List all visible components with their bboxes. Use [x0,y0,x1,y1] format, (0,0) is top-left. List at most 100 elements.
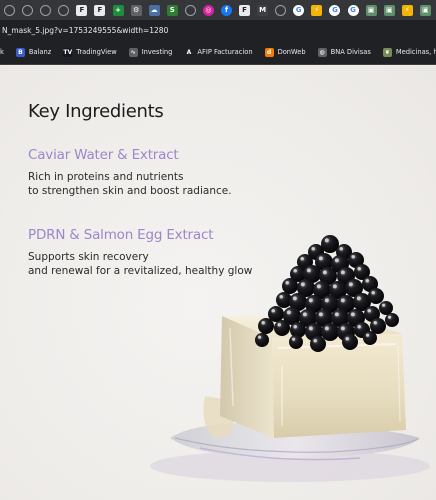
globe-icon [22,4,34,16]
caviar-highlight [388,315,392,319]
caviar-highlight [365,279,369,283]
browser-tab[interactable]: ⚡ [400,2,415,18]
bookmark-item[interactable]: ◍ BNA Divisas [317,47,371,57]
caviar-highlight [339,247,343,251]
afip-icon: A [184,47,194,57]
caviar-highlight [322,270,327,275]
browser-tab[interactable]: F [237,2,252,18]
browser-tab[interactable]: ▣ [364,2,379,18]
ingredient-description: Rich in proteins and nutrients to streng… [28,170,232,198]
caviar-highlight [340,298,345,303]
caviar-pearl [342,334,358,350]
caviar-highlight [313,339,317,343]
caviar-highlight [373,321,377,325]
caviar-highlight [316,284,321,289]
caviar-highlight [382,303,386,307]
browser-tab[interactable]: S [165,2,180,18]
document-icon: F [239,4,251,16]
caviar-pearl [310,336,326,352]
bookmark-item[interactable]: ❦Medicinas, hierbas y... [382,47,436,57]
bookmark-label: AFIP Facturacion [197,48,253,56]
ingredient-description-line: and renewal for a revitalized, healthy g… [28,265,253,277]
caviar-highlight [348,282,353,287]
caviar-highlight [350,312,355,317]
globe-icon [58,4,70,16]
browser-tab[interactable]: ▣ [418,2,433,18]
google-icon: G [347,4,359,16]
caviar-highlight [324,298,329,303]
shield-icon: S [166,4,178,16]
browser-tab[interactable] [273,2,288,18]
browser-tab[interactable]: f [219,2,234,18]
caviar-highlight [340,270,345,275]
browser-tab[interactable]: + [110,2,125,18]
caviar-highlight [258,335,262,339]
bookmark-label: k [0,48,4,56]
bookmark-item[interactable]: d DonWeb [264,47,306,57]
caviar-highlight [286,310,291,315]
bookmark-item[interactable]: ∿ Investing [128,47,172,57]
caviar-pearl [363,331,377,345]
document-icon: F [94,4,106,16]
image-icon: ▣ [419,4,431,16]
browser-tab[interactable]: G [327,2,342,18]
caviar-highlight [277,323,281,327]
browser-tab[interactable] [2,2,17,18]
browser-tab[interactable] [56,2,71,18]
caviar-pearl [368,288,384,304]
browser-tab[interactable]: ☁ [147,2,162,18]
google-icon: G [329,4,341,16]
bookmark-label: BNA Divisas [330,48,371,56]
gear-icon: ⚙ [130,4,142,16]
tradingview-icon: TV [63,47,73,57]
caviar-pearl [385,313,399,327]
bookmark-label: Balanz [28,48,52,56]
browser-tab[interactable] [38,2,53,18]
browser-tab[interactable]: ⚡ [309,2,324,18]
globe-icon [275,4,287,16]
investing-icon: ∿ [128,47,138,57]
caviar-pearl [274,320,290,336]
browser-tab[interactable]: ⚙ [129,2,144,18]
browser-tab[interactable]: G [345,2,360,18]
instagram-icon: ◎ [202,4,214,16]
bookmark-item[interactable]: TV TradingView [63,47,117,57]
globe-icon: ◍ [317,47,327,57]
caviar-highlight [293,325,297,329]
caviar-pearl [282,278,298,294]
ingredient-description-line: Rich in proteins and nutrients [28,171,184,183]
browser-tab[interactable]: G [291,2,306,18]
caviar-highlight [318,312,323,317]
caviar-highlight [367,309,371,313]
ingredient-description-line: to strengthen skin and boost radiance. [28,185,232,197]
caviar-highlight [311,247,315,251]
image-icon: ▣ [365,4,377,16]
facebook-icon: f [220,4,232,16]
caviar-pearl [289,335,303,349]
bookmark-item[interactable]: A AFIP Facturacion [184,47,253,57]
browser-tab[interactable]: F [74,2,89,18]
caviar-highlight [292,337,296,341]
caviar-highlight [332,284,337,289]
browser-tab[interactable] [183,2,198,18]
caviar-highlight [351,255,355,259]
browser-tab[interactable]: M [255,2,270,18]
caviar-highlight [271,309,275,313]
sheets-icon: + [112,4,124,16]
caviar-highlight [334,312,339,317]
browser-tab[interactable] [20,2,35,18]
caviar-highlight [285,281,289,285]
bookmark-item[interactable]: B Balanz [15,47,52,57]
caviar-highlight [357,267,361,271]
bookmarks-bar: k B Balanz TV TradingView ∿ Investing A AFIP Fac… [0,40,436,65]
browser-tab[interactable]: F [92,2,107,18]
browser-tab[interactable]: ▣ [382,2,397,18]
url-text[interactable]: N_mask_5.jpg?v=1753249555&width=1280 [0,26,168,35]
browser-tab[interactable]: ◎ [201,2,216,18]
address-bar[interactable]: N_mask_5.jpg?v=1753249555&width=1280 [0,20,436,40]
caviar-highlight [300,257,304,261]
caviar-highlight [371,291,375,295]
caviar-dessert-image [150,235,430,482]
bookmark-item[interactable]: k [0,48,4,56]
google-icon: G [293,4,305,16]
